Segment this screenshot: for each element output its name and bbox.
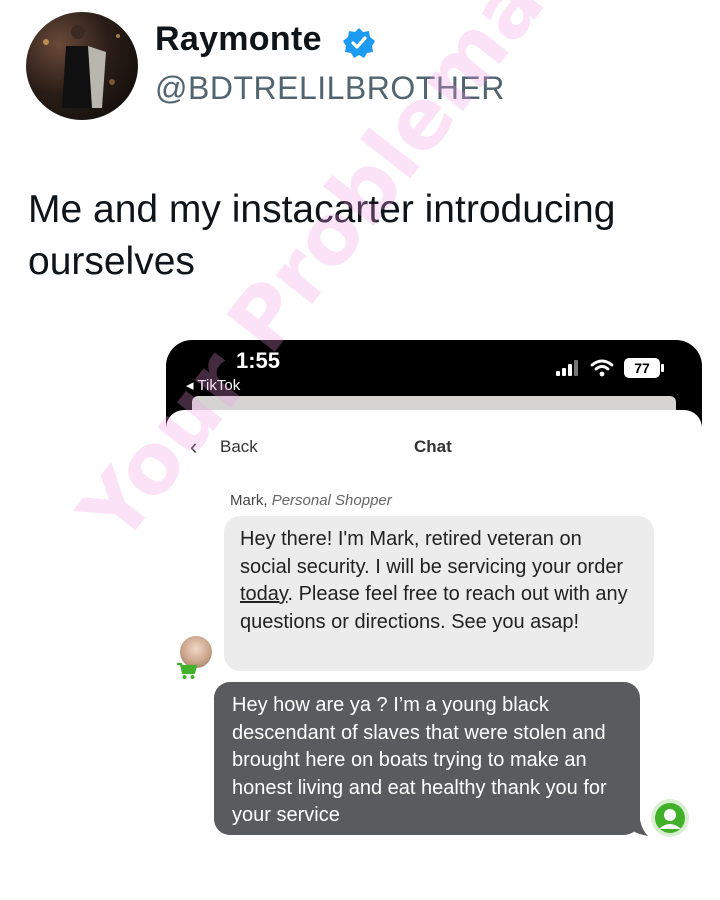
- embedded-screenshot: 1:55 ◂ TikTok 77 ‹ Back Chat Mark, Perso…: [166, 340, 702, 900]
- verified-badge-icon: [342, 26, 376, 60]
- chat-title: Chat: [414, 437, 452, 456]
- wifi-icon: [590, 359, 614, 377]
- sender-separator: ,: [263, 492, 272, 509]
- tweet-text: Me and my instacarter introducing oursel…: [28, 188, 616, 283]
- customer-message-bubble: Hey how are ya ? I’m a young black desce…: [214, 682, 640, 835]
- bubble-tail: [628, 820, 648, 836]
- sender-label: Mark, Personal Shopper: [230, 492, 392, 509]
- user-handle[interactable]: @BDTRELILBROTHER: [155, 70, 505, 107]
- sender-role: Personal Shopper: [271, 492, 392, 509]
- back-button[interactable]: Back: [220, 437, 258, 457]
- cart-icon: [177, 662, 198, 679]
- shopper-message-underlined: today: [240, 583, 288, 605]
- signal-icon: [556, 360, 578, 376]
- chevron-left-icon[interactable]: ‹: [190, 434, 197, 460]
- sender-name: Mark: [230, 492, 264, 509]
- shopper-message-bubble: Hey there! I'm Mark, retired veteran on …: [224, 516, 654, 671]
- shopper-message-part-end: . Please feel free to reach out with any…: [240, 583, 628, 633]
- battery-icon: 77: [624, 358, 664, 378]
- customer-avatar-icon: [651, 799, 689, 837]
- display-name[interactable]: Raymonte: [155, 20, 322, 59]
- shopper-message-part: Hey there! I'm Mark, retired veteran on …: [240, 528, 624, 578]
- status-time: 1:55: [236, 348, 281, 373]
- chat-screen: ‹ Back Chat Mark, Personal Shopper Hey t…: [166, 410, 702, 900]
- back-to-app-link[interactable]: ◂ TikTok: [186, 376, 240, 394]
- status-icons: 77: [556, 358, 664, 378]
- profile-avatar[interactable]: [26, 12, 138, 120]
